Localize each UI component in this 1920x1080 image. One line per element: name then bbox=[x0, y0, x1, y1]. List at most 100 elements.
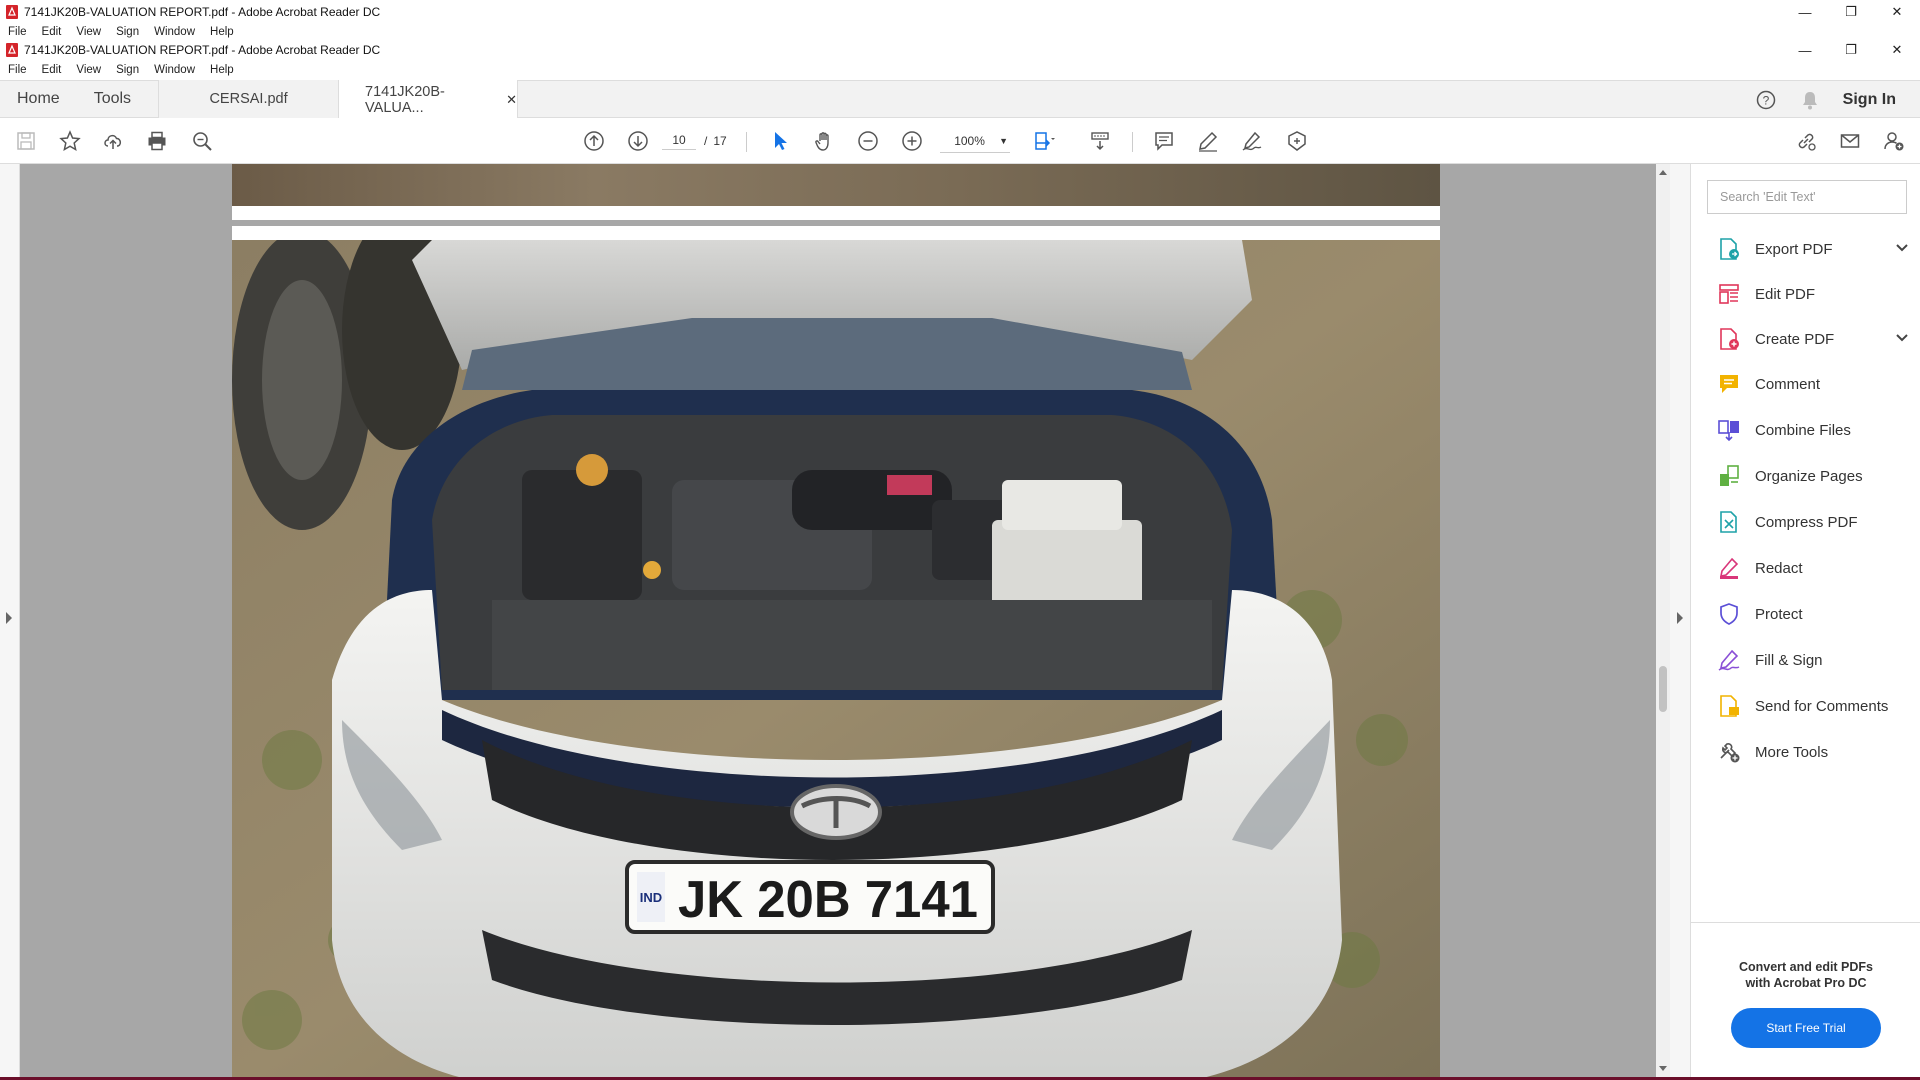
tool-compress-pdf[interactable]: Compress PDF bbox=[1717, 507, 1913, 537]
comment-icon[interactable] bbox=[1152, 129, 1176, 153]
zoom-level-select[interactable]: 100% ▼ bbox=[940, 129, 1010, 153]
hand-pan-icon[interactable] bbox=[812, 129, 836, 153]
redact-icon bbox=[1719, 557, 1739, 579]
outer-close-button[interactable]: ✕ bbox=[1874, 0, 1920, 24]
tool-label: More Tools bbox=[1755, 743, 1829, 761]
doc-tab-label: CERSAI.pdf bbox=[209, 91, 288, 107]
organize-pages-icon bbox=[1720, 465, 1739, 486]
tab-home[interactable]: Home bbox=[0, 80, 77, 118]
tools-search-input[interactable]: Search 'Edit Text' bbox=[1707, 180, 1907, 214]
outer-menu-edit[interactable]: Edit bbox=[42, 26, 62, 38]
inner-window-title: 7141JK20B-VALUATION REPORT.pdf - Adobe A… bbox=[24, 43, 381, 57]
tool-fill-sign[interactable]: Fill & Sign bbox=[1717, 645, 1913, 675]
chevron-down-icon[interactable] bbox=[1895, 241, 1909, 255]
outer-menu-help[interactable]: Help bbox=[210, 26, 234, 38]
menu-file[interactable]: File bbox=[8, 64, 27, 76]
zoom-in-icon[interactable] bbox=[900, 129, 924, 153]
sign-pen-icon[interactable] bbox=[1240, 129, 1264, 153]
menu-edit[interactable]: Edit bbox=[42, 64, 62, 76]
select-arrow-icon[interactable] bbox=[768, 129, 792, 153]
print-icon[interactable] bbox=[145, 129, 169, 153]
inner-restore-button[interactable]: ❐ bbox=[1828, 38, 1874, 62]
document-viewport[interactable]: IND JK 20B 7141 bbox=[20, 164, 1662, 1077]
left-panel-toggle[interactable] bbox=[0, 164, 20, 1077]
tool-send-for-comments[interactable]: Send for Comments bbox=[1717, 691, 1913, 721]
acrobat-pro-promo: Convert and edit PDFs with Acrobat Pro D… bbox=[1691, 959, 1920, 991]
menu-view[interactable]: View bbox=[76, 64, 101, 76]
tab-bar: Home Tools CERSAI.pdf 7141JK20B-VALUA...… bbox=[0, 80, 1920, 119]
tool-label: Edit PDF bbox=[1755, 285, 1816, 303]
upload-cloud-icon[interactable] bbox=[101, 129, 125, 153]
doc-tab-valuation-report[interactable]: 7141JK20B-VALUA... ✕ bbox=[338, 80, 519, 119]
combine-files-icon bbox=[1718, 420, 1739, 442]
highlight-pen-icon[interactable] bbox=[1196, 129, 1220, 153]
tool-label: Protect bbox=[1755, 605, 1803, 623]
acrobat-app-icon bbox=[6, 43, 18, 57]
menu-help[interactable]: Help bbox=[210, 64, 234, 76]
next-page-icon[interactable] bbox=[626, 129, 650, 153]
tool-combine-files[interactable]: Combine Files bbox=[1717, 415, 1913, 445]
outer-menu-window[interactable]: Window bbox=[154, 26, 195, 38]
help-icon[interactable]: ? bbox=[1755, 89, 1777, 111]
tools-pane: Search 'Edit Text' Export PDF Edit PDF C… bbox=[1690, 164, 1920, 1077]
scroll-mode-icon[interactable] bbox=[1088, 129, 1112, 153]
menu-sign[interactable]: Sign bbox=[116, 64, 139, 76]
fit-page-icon[interactable] bbox=[1032, 129, 1056, 153]
notifications-bell-icon[interactable] bbox=[1799, 89, 1821, 111]
tab-bar-right: ? Sign In bbox=[1755, 81, 1920, 119]
menu-window[interactable]: Window bbox=[154, 64, 195, 76]
more-tools-toolbar-icon[interactable] bbox=[1284, 129, 1308, 153]
fill-sign-icon bbox=[1718, 649, 1740, 671]
promo-line-1: Convert and edit PDFs bbox=[1738, 960, 1874, 974]
outer-minimize-button[interactable]: — bbox=[1782, 0, 1828, 24]
pdf-page: IND JK 20B 7141 bbox=[232, 226, 1440, 1077]
find-zoom-icon[interactable] bbox=[190, 129, 214, 153]
page-separator: / bbox=[704, 134, 708, 148]
email-icon[interactable] bbox=[1838, 129, 1862, 153]
tool-protect[interactable]: Protect bbox=[1717, 599, 1913, 629]
inner-close-button[interactable]: ✕ bbox=[1874, 38, 1920, 62]
inner-title-bar: 7141JK20B-VALUATION REPORT.pdf - Adobe A… bbox=[0, 38, 1920, 62]
scroll-up-arrow-icon[interactable] bbox=[1659, 170, 1667, 175]
zoom-level-value: 100% bbox=[954, 133, 985, 148]
previous-page-icon[interactable] bbox=[582, 129, 606, 153]
promo-line-2: with Acrobat Pro DC bbox=[1745, 976, 1867, 990]
outer-menu-file[interactable]: File bbox=[8, 26, 27, 38]
tab-tools[interactable]: Tools bbox=[77, 80, 148, 118]
add-user-icon[interactable] bbox=[1882, 129, 1906, 153]
outer-menu-sign[interactable]: Sign bbox=[116, 26, 139, 38]
chevron-down-icon[interactable] bbox=[1895, 331, 1909, 345]
tool-create-pdf[interactable]: Create PDF bbox=[1717, 324, 1913, 354]
share-link-icon[interactable] bbox=[1794, 129, 1818, 153]
svg-text:?: ? bbox=[1762, 94, 1769, 108]
outer-menu-view[interactable]: View bbox=[76, 26, 101, 38]
export-pdf-icon bbox=[1720, 238, 1739, 260]
current-page-input[interactable]: 10 bbox=[662, 133, 696, 150]
scroll-down-arrow-icon[interactable] bbox=[1659, 1066, 1667, 1071]
sign-in-button[interactable]: Sign In bbox=[1843, 91, 1896, 109]
tool-label: Fill & Sign bbox=[1755, 651, 1823, 669]
tool-label: Organize Pages bbox=[1755, 467, 1863, 485]
main-toolbar: 10 / 17 100% ▼ bbox=[0, 118, 1920, 164]
close-tab-icon[interactable]: ✕ bbox=[506, 92, 517, 108]
outer-restore-button[interactable]: ❐ bbox=[1828, 0, 1874, 24]
tool-edit-pdf[interactable]: Edit PDF bbox=[1717, 279, 1913, 309]
zoom-out-icon[interactable] bbox=[856, 129, 880, 153]
outer-menu-bar: File Edit View Sign Window Help bbox=[0, 25, 1920, 39]
start-free-trial-button[interactable]: Start Free Trial bbox=[1731, 1008, 1881, 1048]
plate-country-code: IND bbox=[640, 890, 662, 905]
tool-organize-pages[interactable]: Organize Pages bbox=[1717, 461, 1913, 491]
scroll-thumb[interactable] bbox=[1659, 666, 1667, 712]
doc-tab-cersai[interactable]: CERSAI.pdf bbox=[158, 80, 339, 118]
tools-pane-toggle[interactable] bbox=[1670, 164, 1690, 1077]
bookmark-star-icon[interactable] bbox=[58, 129, 82, 153]
save-icon[interactable] bbox=[14, 129, 38, 153]
tool-redact[interactable]: Redact bbox=[1717, 553, 1913, 583]
tool-comment[interactable]: Comment bbox=[1717, 369, 1913, 399]
vertical-scrollbar[interactable] bbox=[1656, 164, 1670, 1077]
tool-export-pdf[interactable]: Export PDF bbox=[1717, 234, 1913, 264]
tool-more-tools[interactable]: More Tools bbox=[1717, 737, 1913, 767]
collapse-right-arrow-icon bbox=[1677, 612, 1683, 624]
inner-minimize-button[interactable]: — bbox=[1782, 38, 1828, 62]
outer-window-title: 7141JK20B-VALUATION REPORT.pdf - Adobe A… bbox=[24, 5, 381, 19]
